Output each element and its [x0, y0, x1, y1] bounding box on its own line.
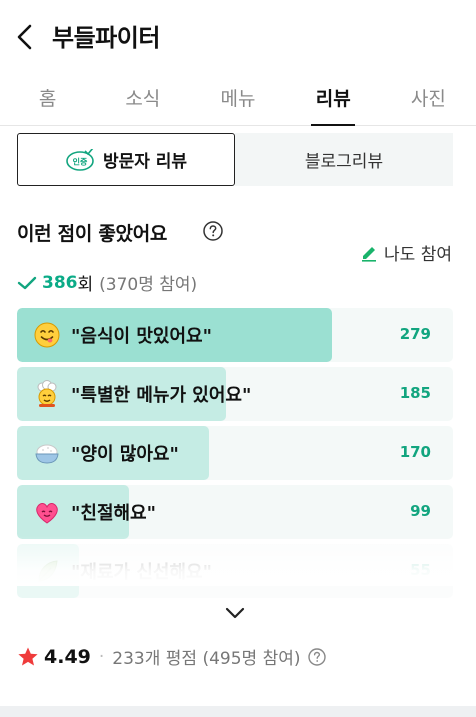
rating-score: 4.49: [44, 645, 91, 668]
keyword-label: "친절해요": [71, 503, 156, 524]
participate-label: 나도 참여: [384, 245, 452, 265]
rice-bowl-icon: [35, 444, 59, 464]
verified-badge-icon: 인증: [66, 148, 94, 171]
visitor-review-button[interactable]: 인증 방문자 리뷰: [17, 133, 235, 186]
keyword-row[interactable]: "특별한 메뉴가 있어요" 185: [17, 367, 453, 421]
chevron-down-icon: [225, 607, 245, 619]
yum-face-icon: [34, 322, 60, 348]
keyword-label: "음식이 맛있어요": [71, 326, 212, 347]
rating-count: 233개 평점 (495명 참여): [112, 649, 301, 669]
chevron-left-icon: [17, 24, 32, 50]
star-icon: [18, 647, 38, 665]
pencil-icon: [362, 246, 377, 262]
keyword-value: 279: [399, 325, 431, 343]
keyword-participants: (370명 참여): [99, 275, 198, 295]
keyword-value: 99: [410, 502, 431, 520]
page-title: 부들파이터: [52, 24, 160, 52]
blog-review-button[interactable]: 블로그리뷰: [235, 133, 453, 186]
keyword-value: 185: [399, 384, 431, 402]
leaf-icon: [38, 560, 58, 582]
keyword-row[interactable]: "음식이 맛있어요" 279: [17, 308, 453, 362]
keyword-row[interactable]: "친절해요" 99: [17, 485, 453, 539]
tab-news[interactable]: 소식: [95, 70, 190, 125]
separator-dot: ·: [98, 646, 105, 667]
keyword-count-number: 386: [42, 272, 78, 293]
keyword-value: 170: [399, 443, 431, 461]
tab-reviews[interactable]: 리뷰: [286, 70, 381, 125]
tab-photos[interactable]: 사진: [381, 70, 476, 125]
keyword-row[interactable]: "재료가 신선해요" 55: [17, 544, 453, 598]
rating-summary: 4.49 · 233개 평점 (495명 참여): [17, 644, 327, 669]
keyword-row[interactable]: "양이 많아요" 170: [17, 426, 453, 480]
keywords-title: 이런 점이 좋았어요: [17, 223, 168, 245]
keyword-list: "음식이 맛있어요" 279 "특별한 메뉴가 있어요" 185 "양이 많아요…: [17, 308, 453, 603]
page: 부들파이터 홈 소식 메뉴 리뷰 사진 인증 방문자 리뷰 블로그리뷰 이런 점…: [0, 0, 476, 717]
visitor-review-label: 방문자 리뷰: [102, 152, 188, 172]
tab-home[interactable]: 홈: [0, 70, 95, 125]
keyword-count: 386 회 (370명 참여): [17, 270, 197, 295]
participate-link[interactable]: 나도 참여: [360, 240, 452, 265]
chef-icon: [37, 380, 57, 407]
back-button[interactable]: [12, 20, 42, 54]
review-type-toggle: 인증 방문자 리뷰 블로그리뷰: [17, 133, 453, 186]
keyword-label: "특별한 메뉴가 있어요": [71, 385, 252, 406]
keyword-label: "재료가 신선해요": [71, 562, 212, 583]
help-icon[interactable]: [202, 220, 224, 242]
help-icon[interactable]: [307, 647, 327, 667]
heart-icon: [36, 503, 58, 524]
keyword-value: 55: [410, 561, 431, 579]
bottom-divider: [0, 706, 476, 717]
verified-badge-text: 인증: [73, 156, 88, 166]
header: 부들파이터: [0, 0, 476, 70]
tab-menu[interactable]: 메뉴: [190, 70, 285, 125]
keyword-count-unit: 회: [77, 275, 94, 295]
expand-button[interactable]: [222, 602, 248, 624]
keyword-label: "양이 많아요": [71, 444, 179, 465]
tab-bar: 홈 소식 메뉴 리뷰 사진: [0, 70, 476, 126]
check-icon: [17, 276, 37, 289]
